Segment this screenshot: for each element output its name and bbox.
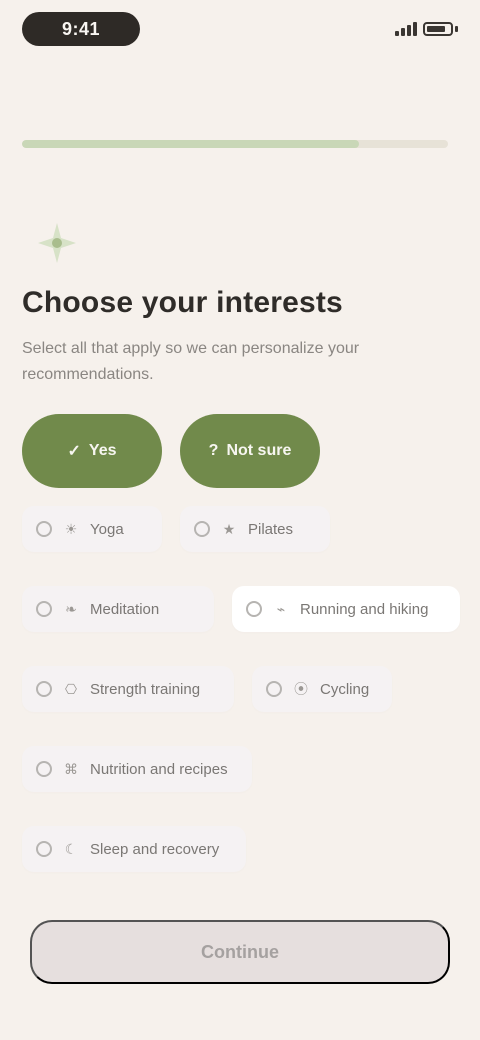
choice-not-sure-button[interactable]: ? Not sure (180, 414, 320, 488)
page-title: Choose your interests (22, 286, 343, 319)
continue-label: Continue (201, 941, 279, 962)
sparkle-icon (38, 223, 76, 263)
battery-cap (455, 26, 458, 32)
chip-label: Nutrition and recipes (90, 760, 228, 778)
select-dot (36, 841, 52, 857)
choice-yes-button[interactable]: ✓ Yes (22, 414, 162, 488)
choice-label: Yes (88, 442, 117, 459)
select-dot (36, 521, 52, 537)
chip-label: Strength training (90, 680, 201, 698)
time-text: 9:41 (61, 18, 101, 39)
interest-chip[interactable]: ⌁ Running and hiking (232, 586, 460, 632)
status-icons (395, 22, 458, 36)
leaf-icon: ❧ (65, 600, 77, 617)
battery-icon (423, 22, 453, 36)
interest-chip[interactable]: ☀ Yoga (22, 506, 162, 552)
bike-icon: ⦿ (294, 681, 308, 697)
status-bar: 9:41 (22, 12, 458, 46)
interest-chip[interactable]: ⌘ Nutrition and recipes (22, 746, 252, 792)
help-icon: ? (208, 442, 219, 459)
status-time: 9:41 (22, 12, 140, 46)
interest-chip[interactable]: ❧ Meditation (22, 586, 214, 632)
onboarding-progress (22, 140, 448, 148)
app-screen: 9:41 Choose your interests Select all th… (0, 0, 480, 1040)
apple-icon: ⌘ (64, 760, 78, 777)
select-dot (194, 521, 210, 537)
interest-chip[interactable]: ☾ Sleep and recovery (22, 826, 246, 872)
interest-chip[interactable]: ⎔ Strength training (22, 666, 234, 712)
select-dot (36, 681, 52, 697)
select-dot (36, 761, 52, 777)
signal-icon (395, 22, 417, 36)
check-icon: ✓ (67, 443, 81, 460)
continue-button[interactable]: Continue (30, 920, 450, 984)
moon-icon: ☾ (64, 840, 78, 857)
hero-illustration (34, 220, 80, 266)
choice-group: ✓ Yes ? Not sure (22, 414, 320, 488)
chip-label: Cycling (320, 680, 370, 698)
choice-label: Not sure (226, 442, 292, 459)
star-icon: ★ (222, 520, 236, 537)
interest-chip[interactable]: ★ Pilates (180, 506, 330, 552)
chip-label: Running and hiking (300, 600, 429, 618)
chip-label: Yoga (90, 520, 124, 538)
chip-label: Meditation (90, 600, 160, 618)
select-dot (36, 601, 52, 617)
sun-icon: ☀ (64, 520, 78, 537)
interest-chip[interactable]: ⦿ Cycling (252, 666, 392, 712)
select-dot (266, 681, 282, 697)
shoe-icon: ⌁ (276, 600, 286, 617)
select-dot (246, 601, 262, 617)
chip-label: Pilates (248, 520, 294, 538)
chip-label: Sleep and recovery (90, 840, 220, 858)
page-subtitle: Select all that apply so we can personal… (22, 340, 360, 383)
progress-fill (22, 140, 359, 148)
dumbbell-icon: ⎔ (64, 680, 78, 697)
